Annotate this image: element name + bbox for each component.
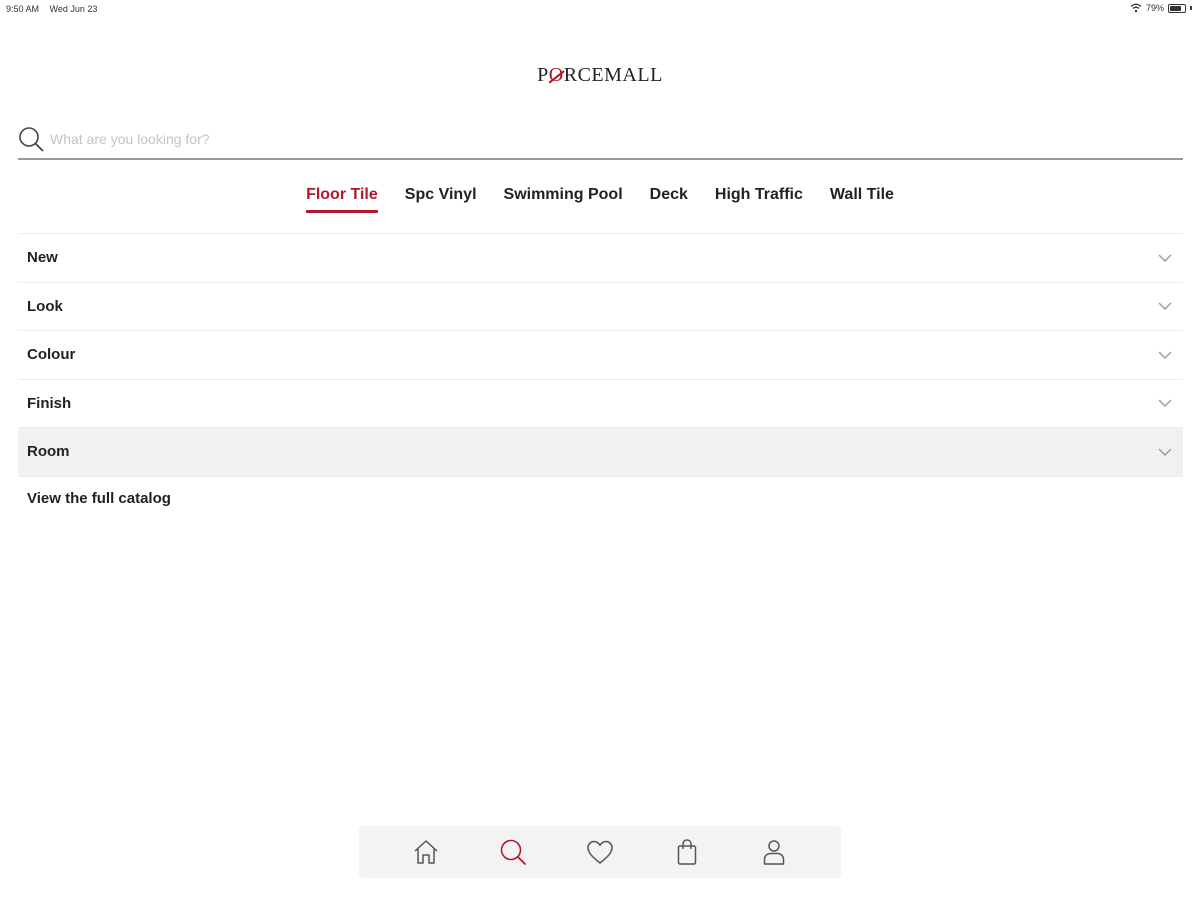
logo-o-mark: O <box>548 64 564 86</box>
battery-tip <box>1190 6 1192 10</box>
filter-label: Look <box>27 297 63 315</box>
battery-percent: 79% <box>1145 3 1164 13</box>
view-full-catalog-link[interactable]: View the full catalog <box>27 490 171 507</box>
chevron-down-icon <box>1158 254 1172 262</box>
filter-row-new[interactable]: New <box>18 234 1183 283</box>
search-input[interactable] <box>50 128 1170 150</box>
tab-deck[interactable]: Deck <box>650 186 688 213</box>
nav-cart[interactable] <box>657 832 717 872</box>
chevron-down-icon <box>1158 399 1172 408</box>
category-tabs: Floor Tile Spc Vinyl Swimming Pool Deck … <box>0 186 1200 213</box>
search-bar <box>18 120 1183 160</box>
battery-icon <box>1168 3 1186 13</box>
status-right: 79% <box>1130 3 1192 13</box>
filter-label: Colour <box>27 346 76 364</box>
bottom-nav <box>359 826 841 878</box>
nav-search[interactable] <box>483 832 543 872</box>
tab-swimming-pool[interactable]: Swimming Pool <box>504 186 623 213</box>
tab-spc-vinyl[interactable]: Spc Vinyl <box>405 186 477 213</box>
logo-text-prefix: P <box>537 64 549 86</box>
logo-text-suffix: RCEMALL <box>563 64 663 86</box>
home-icon <box>414 840 438 864</box>
filter-label: Finish <box>27 394 72 412</box>
filter-accordion: New Look Colour Finish Room <box>18 233 1183 477</box>
brand-logo[interactable]: PORCEMALL <box>0 64 1200 87</box>
status-date: Wed Jun 23 <box>49 4 98 14</box>
heart-icon <box>587 840 613 864</box>
filter-label: New <box>27 249 58 267</box>
chevron-down-icon <box>1158 448 1172 456</box>
search-icon <box>500 839 527 865</box>
nav-home[interactable] <box>396 832 456 872</box>
filter-row-finish[interactable]: Finish <box>18 380 1183 428</box>
tab-high-traffic[interactable]: High Traffic <box>715 186 803 213</box>
battery-fill <box>1170 5 1182 11</box>
filter-row-look[interactable]: Look <box>18 283 1183 331</box>
chevron-down-icon <box>1158 302 1172 311</box>
filter-row-colour[interactable]: Colour <box>18 331 1183 380</box>
status-bar: 9:50 AM Wed Jun 23 79% <box>0 0 1200 18</box>
user-icon <box>763 840 784 865</box>
search-icon <box>19 127 44 152</box>
status-left: 9:50 AM Wed Jun 23 <box>6 4 105 14</box>
nav-account[interactable] <box>744 832 804 872</box>
chevron-down-icon <box>1158 351 1172 359</box>
filter-label: Room <box>27 443 70 461</box>
tab-wall-tile[interactable]: Wall Tile <box>830 186 894 213</box>
filter-row-room[interactable]: Room <box>18 428 1183 477</box>
tab-floor-tile[interactable]: Floor Tile <box>306 186 378 213</box>
wifi-icon <box>1130 3 1142 13</box>
shopping-bag-icon <box>677 839 697 865</box>
status-time: 9:50 AM <box>6 4 40 14</box>
nav-favorites[interactable] <box>570 832 630 872</box>
